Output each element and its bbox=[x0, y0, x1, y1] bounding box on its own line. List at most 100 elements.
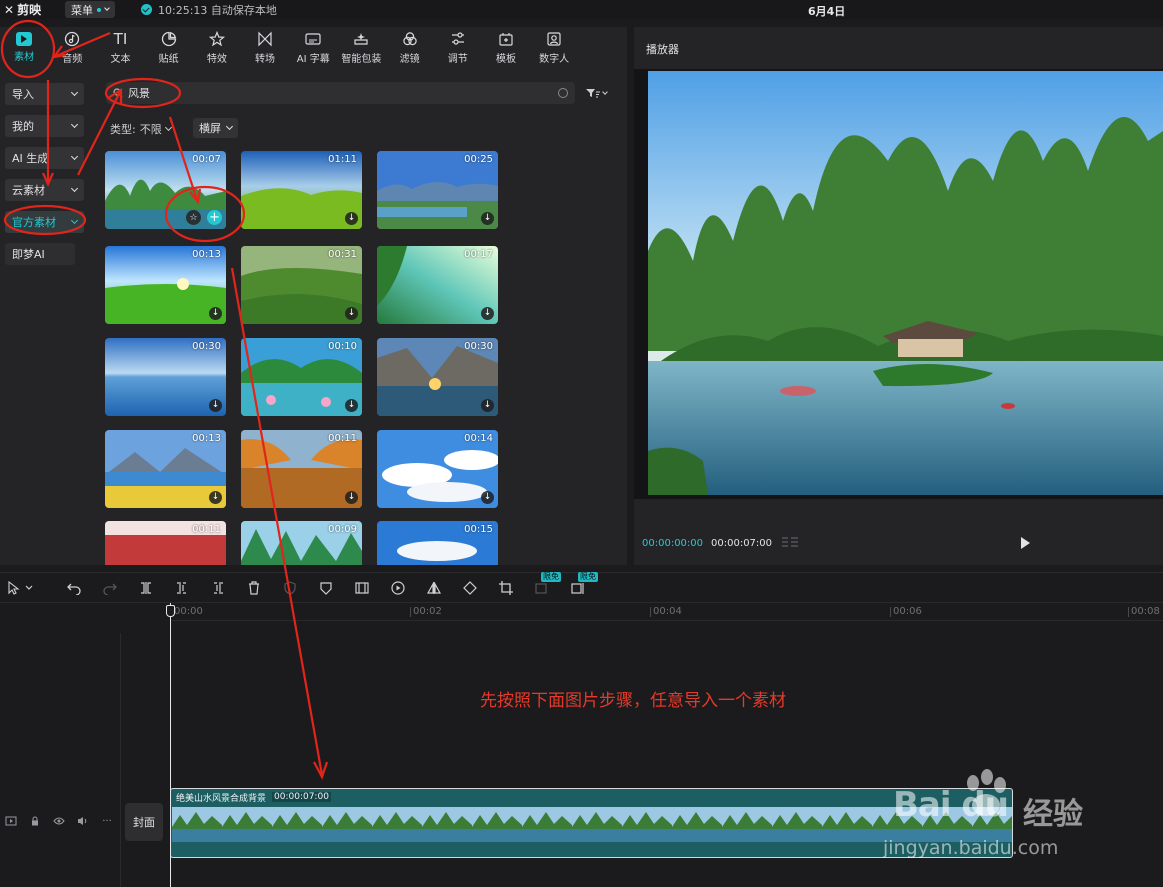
trim-left-button[interactable] bbox=[174, 580, 190, 596]
media-thumbnail[interactable]: 00:13 bbox=[105, 430, 226, 508]
ai-subtitle-tool-button[interactable] bbox=[534, 580, 550, 596]
media-thumbnail[interactable]: 00:30 bbox=[105, 338, 226, 416]
tab-effects[interactable]: 特效 bbox=[193, 27, 241, 67]
playhead-handle[interactable] bbox=[166, 605, 175, 617]
clip-frame bbox=[472, 807, 522, 842]
media-thumbnail[interactable]: 00:11 bbox=[241, 430, 362, 508]
more-options-icon[interactable]: ··· bbox=[101, 816, 113, 827]
tab-media[interactable]: 素材 bbox=[0, 27, 48, 67]
media-thumbnail[interactable]: 00:13 bbox=[105, 246, 226, 324]
sort-filter-button[interactable] bbox=[586, 85, 614, 101]
media-thumbnail[interactable]: 00:25 bbox=[377, 151, 498, 229]
freeze-frame-button[interactable] bbox=[354, 580, 370, 596]
search-input[interactable] bbox=[128, 86, 553, 100]
redo-button[interactable] bbox=[102, 580, 118, 596]
player-title: 播放器 bbox=[646, 43, 679, 56]
media-thumbnail[interactable]: 00:10 bbox=[241, 338, 362, 416]
tab-template[interactable]: 模板 bbox=[482, 27, 530, 67]
media-thumbnail[interactable]: 00:31 bbox=[241, 246, 362, 324]
sidebar-item-mine[interactable]: 我的 bbox=[5, 115, 84, 137]
eye-icon[interactable] bbox=[53, 816, 65, 826]
playhead[interactable] bbox=[170, 603, 171, 887]
download-icon[interactable] bbox=[481, 491, 494, 504]
ai-tool-button[interactable] bbox=[282, 580, 298, 596]
thumbnail-duration: 00:15 bbox=[464, 524, 493, 535]
trim-left-icon bbox=[177, 582, 186, 594]
track-header-divider bbox=[120, 633, 121, 887]
speed-button[interactable] bbox=[390, 580, 406, 596]
autosave-status: 10:25:13 自动保存本地 bbox=[141, 2, 277, 18]
media-thumbnail[interactable]: 00:17 bbox=[377, 246, 498, 324]
sidebar-item-ai-generate[interactable]: AI 生成 bbox=[5, 147, 84, 169]
trim-right-button[interactable] bbox=[210, 580, 226, 596]
download-icon[interactable] bbox=[345, 491, 358, 504]
split-button[interactable] bbox=[138, 580, 154, 596]
mirror-button[interactable] bbox=[426, 580, 442, 596]
download-icon[interactable] bbox=[345, 307, 358, 320]
undo-button[interactable] bbox=[66, 580, 82, 596]
thumbnail-duration: 00:13 bbox=[192, 249, 221, 260]
track-controls: ··· bbox=[5, 816, 113, 827]
media-thumbnail[interactable]: 00:14 bbox=[377, 430, 498, 508]
watermark-url: jingyan.baidu.com bbox=[883, 837, 1059, 859]
cover-button[interactable]: 封面 bbox=[125, 803, 163, 841]
tab-adjust[interactable]: 调节 bbox=[434, 27, 482, 67]
sidebar-item-label: AI 生成 bbox=[12, 152, 49, 165]
download-icon[interactable] bbox=[345, 399, 358, 412]
media-thumbnail[interactable]: 00:15 bbox=[377, 521, 498, 565]
tab-label: 转场 bbox=[255, 53, 276, 65]
tab-smart-pack[interactable]: 智能包装 bbox=[337, 27, 385, 67]
volume-icon[interactable] bbox=[77, 816, 89, 826]
sticker-icon bbox=[160, 30, 178, 48]
type-filter-dropdown[interactable]: 类型: 不限 bbox=[110, 119, 172, 139]
delete-button[interactable] bbox=[246, 580, 262, 596]
template-icon bbox=[497, 30, 515, 48]
tab-transition[interactable]: 转场 bbox=[241, 27, 289, 67]
menu-button[interactable]: 菜单 bbox=[65, 1, 115, 18]
project-title: 6月4日 bbox=[808, 5, 846, 18]
download-icon[interactable] bbox=[345, 212, 358, 225]
favorite-icon[interactable]: ☆ bbox=[186, 210, 201, 225]
menu-label: 菜单 bbox=[71, 3, 93, 17]
media-thumbnail[interactable]: 00:07 ☆ + bbox=[105, 151, 226, 229]
download-icon[interactable] bbox=[209, 307, 222, 320]
tab-sticker[interactable]: 贴纸 bbox=[145, 27, 193, 67]
sidebar-item-cloud[interactable]: 云素材 bbox=[5, 179, 84, 201]
select-tool-button[interactable] bbox=[6, 580, 36, 596]
clear-search-icon[interactable] bbox=[558, 88, 568, 98]
crop-button[interactable] bbox=[498, 580, 514, 596]
play-button[interactable] bbox=[1021, 537, 1030, 549]
tab-digital-human[interactable]: 数字人 bbox=[530, 27, 578, 67]
rotate-button[interactable] bbox=[462, 580, 478, 596]
orientation-filter-dropdown[interactable]: 横屏 bbox=[193, 118, 238, 138]
thumbnail-duration: 00:09 bbox=[328, 524, 357, 535]
sidebar-item-import[interactable]: 导入 bbox=[5, 83, 84, 105]
download-icon[interactable] bbox=[209, 491, 222, 504]
download-icon[interactable] bbox=[209, 399, 222, 412]
tab-filter[interactable]: 滤镜 bbox=[386, 27, 434, 67]
sidebar-item-official[interactable]: 官方素材 bbox=[5, 211, 84, 233]
time-ruler[interactable]: 00:00 00:02 00:04 00:06 00:08 bbox=[170, 603, 1163, 621]
instruction-annotation: 先按照下面图片步骤，任意导入一个素材 bbox=[480, 691, 786, 711]
check-circle-icon bbox=[141, 4, 152, 15]
download-icon[interactable] bbox=[481, 212, 494, 225]
ruler-label: 00:06 bbox=[893, 606, 922, 617]
download-icon[interactable] bbox=[481, 307, 494, 320]
waveform-grid-icon[interactable] bbox=[780, 536, 800, 550]
media-thumbnail[interactable]: 00:09 bbox=[241, 521, 362, 565]
tab-audio[interactable]: 音频 bbox=[48, 27, 96, 67]
player-panel: 播放器 00:00:00:00 00:00:07:00 bbox=[634, 27, 1163, 565]
media-thumbnail[interactable]: 01:11 bbox=[241, 151, 362, 229]
add-to-timeline-button[interactable]: + bbox=[207, 210, 222, 225]
tab-ai-subtitle[interactable]: AI 字幕 bbox=[289, 27, 337, 67]
ruler-label: 00:04 bbox=[653, 606, 682, 617]
download-icon[interactable] bbox=[481, 399, 494, 412]
media-thumbnail[interactable]: 00:30 bbox=[377, 338, 498, 416]
media-thumbnail[interactable]: 00:11 bbox=[105, 521, 226, 565]
thumbnail-duration: 00:11 bbox=[328, 433, 357, 444]
sidebar-item-jimeng-ai[interactable]: 即梦AI bbox=[5, 243, 75, 265]
smart-crop-button[interactable] bbox=[570, 580, 586, 596]
lock-icon[interactable] bbox=[29, 816, 41, 826]
tab-text[interactable]: TI 文本 bbox=[96, 27, 144, 67]
marker-button[interactable] bbox=[318, 580, 334, 596]
